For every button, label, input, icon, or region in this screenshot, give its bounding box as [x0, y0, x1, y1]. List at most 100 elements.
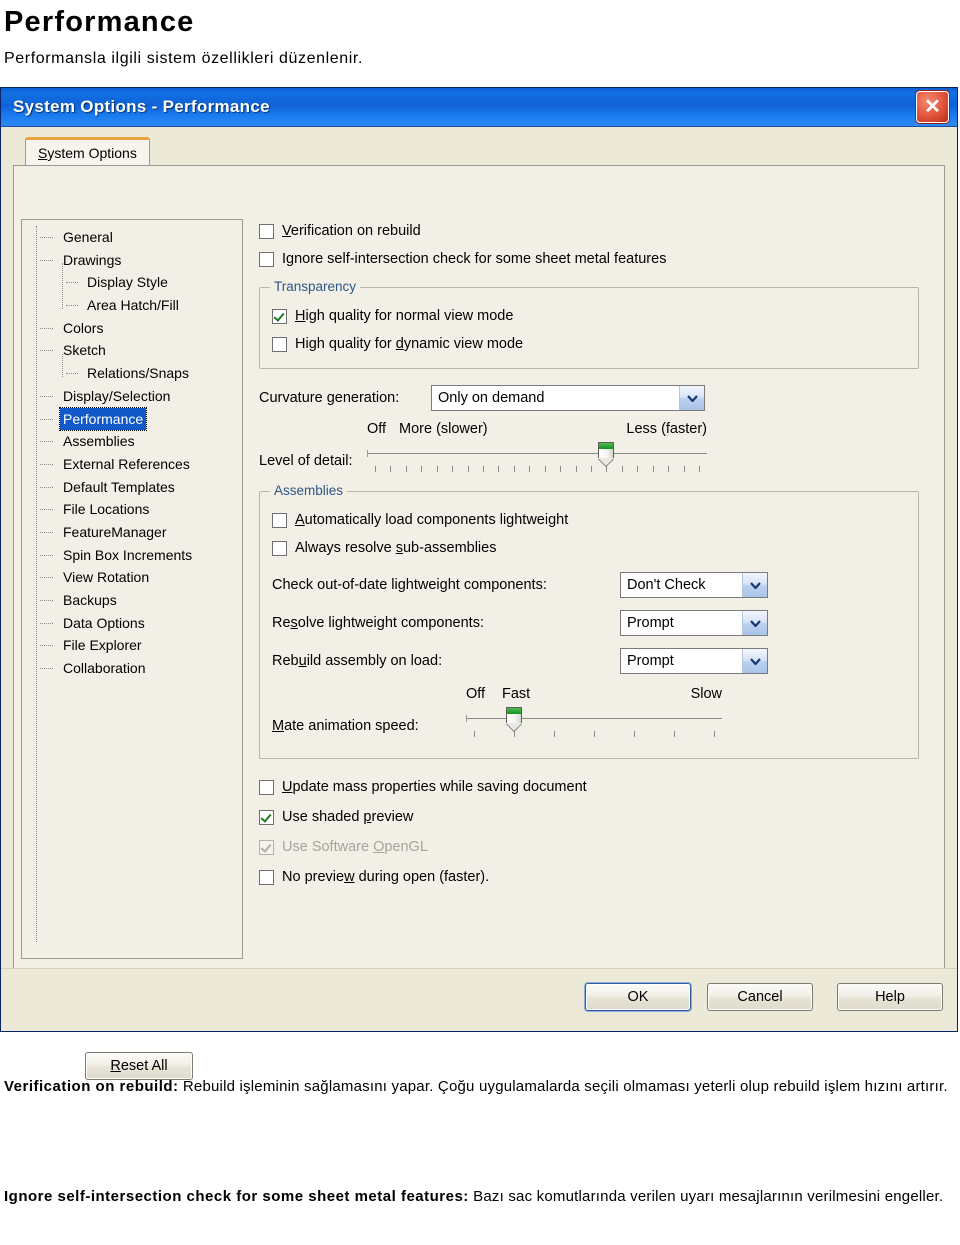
- checkbox-high-quality-normal-view[interactable]: [272, 308, 287, 324]
- tree-item-default-templates[interactable]: Default Templates: [26, 476, 238, 499]
- combo-resolve-lightweight[interactable]: Prompt: [620, 610, 768, 636]
- tree-item-colors[interactable]: Colors: [26, 317, 238, 340]
- tree-item-label: Colors: [63, 319, 104, 336]
- slider-row-level-of-detail: Level of detail:: [259, 441, 919, 477]
- checkbox-verification-on-rebuild[interactable]: [259, 223, 274, 239]
- tree-item-label: General: [63, 229, 113, 245]
- tree-item-label: Backups: [63, 592, 117, 608]
- description-verification-on-rebuild: Verification on rebuild: Rebuild işlemin…: [4, 1070, 954, 1104]
- checkbox-row-update-mass-properties[interactable]: Update mass properties while saving docu…: [259, 775, 919, 799]
- tree-item-display-selection[interactable]: Display/Selection: [26, 385, 238, 408]
- dialog-titlebar[interactable]: System Options - Performance ✕: [1, 88, 957, 127]
- cancel-button[interactable]: Cancel: [707, 983, 813, 1011]
- checkbox-use-shaded-preview[interactable]: [259, 809, 274, 825]
- checkbox-row-use-software-opengl: Use Software OpenGL: [259, 835, 919, 859]
- slider-thumb[interactable]: [598, 442, 615, 467]
- page-title: Performance: [4, 6, 195, 38]
- tree-item-label: Sketch: [63, 342, 106, 359]
- checkbox-row-no-preview-during-open[interactable]: No preview during open (faster).: [259, 865, 919, 889]
- chevron-down-icon[interactable]: [742, 611, 767, 635]
- tree-item-data-options[interactable]: Data Options: [26, 612, 238, 635]
- caption-less-faster: Less (faster): [626, 421, 707, 437]
- slider-captions-level-of-detail: Off More (slower) Less (faster): [367, 421, 707, 441]
- label-resolve-lightweight-components: Resolve lightweight components:: [272, 615, 484, 631]
- tree-item-label: Performance: [58, 406, 148, 432]
- checkbox-row-high-quality-normal[interactable]: High quality for normal view mode: [272, 304, 906, 328]
- checkbox-row-high-quality-dynamic[interactable]: High quality for dynamic view mode: [272, 332, 906, 356]
- tab-label: ystem Options: [47, 145, 137, 161]
- label-check-out-of-date-lightweight-components: Check out-of-date lightweight components…: [272, 577, 547, 593]
- slider-track: [466, 715, 722, 722]
- tree-item-collaboration[interactable]: Collaboration: [26, 657, 238, 680]
- options-tree[interactable]: General Drawings Display Style Area Hatch/F…: [21, 219, 243, 959]
- tree-item-featuremanager[interactable]: FeatureManager: [26, 521, 238, 544]
- tree-item-display-style[interactable]: Display Style: [26, 271, 238, 294]
- label-curvature-generation: Curvature generation:: [259, 390, 400, 406]
- tree-item-performance[interactable]: Performance: [26, 406, 238, 432]
- tree-item-label: Data Options: [63, 614, 145, 631]
- field-row-curvature-generation: Curvature generation: Only on demand: [259, 385, 919, 411]
- tree-item-label: Collaboration: [63, 660, 146, 677]
- tree-item-general[interactable]: General: [26, 226, 238, 249]
- tree-item-sketch[interactable]: Sketch: [26, 339, 238, 362]
- tree-subrail: [62, 263, 63, 309]
- group-title-assemblies: Assemblies: [270, 483, 348, 498]
- slider-level-of-detail[interactable]: [367, 441, 707, 477]
- slider-track: [367, 450, 707, 457]
- checkbox-row-auto-load-lightweight[interactable]: Automatically load components lightweigh…: [272, 508, 906, 532]
- checkbox-ignore-self-intersection[interactable]: [259, 251, 274, 267]
- label-use-software-opengl: Use Software OpenGL: [282, 839, 428, 855]
- slider-mate-animation-speed[interactable]: [466, 706, 722, 742]
- chevron-down-icon[interactable]: [742, 649, 767, 673]
- tree-item-spin-box-increments[interactable]: Spin Box Increments: [26, 544, 238, 567]
- tree-item-relations-snaps[interactable]: Relations/Snaps: [26, 362, 238, 385]
- ok-button[interactable]: OK: [585, 983, 691, 1011]
- slider-ticks: [466, 731, 722, 739]
- slider-thumb[interactable]: [506, 707, 522, 732]
- checkbox-use-software-opengl: [259, 839, 274, 855]
- checkbox-update-mass-properties[interactable]: [259, 779, 274, 795]
- checkbox-automatically-load-components-lightweight[interactable]: [272, 512, 287, 528]
- checkbox-no-preview-during-open[interactable]: [259, 869, 274, 885]
- combo-rebuild-on-load[interactable]: Prompt: [620, 648, 768, 674]
- label-automatically-load-components-lightweight: Automatically load components lightweigh…: [295, 512, 569, 528]
- checkbox-row-ignore-self-intersection[interactable]: Ignore self-intersection check for some …: [259, 247, 919, 271]
- chevron-down-icon[interactable]: [742, 573, 767, 597]
- tree-item-backups[interactable]: Backups: [26, 589, 238, 612]
- description-term: Verification on rebuild:: [4, 1078, 179, 1095]
- tree-item-area-hatch-fill[interactable]: Area Hatch/Fill: [26, 294, 238, 317]
- tab-system-options[interactable]: System Options: [25, 137, 150, 165]
- label-verification-on-rebuild: Verification on rebuild: [282, 223, 421, 239]
- page-subtitle: Performansla ilgili sistem özellikleri d…: [4, 50, 364, 67]
- tree-item-file-locations[interactable]: File Locations: [26, 498, 238, 521]
- slider-ticks: [367, 466, 707, 474]
- chevron-down-icon[interactable]: [679, 386, 704, 410]
- combo-curvature-generation[interactable]: Only on demand: [431, 385, 705, 411]
- tree-item-view-rotation[interactable]: View Rotation: [26, 566, 238, 589]
- slider-block-level-of-detail: Off More (slower) Less (faster) Level of…: [259, 421, 919, 477]
- help-button[interactable]: Help: [837, 983, 943, 1011]
- close-icon[interactable]: ✕: [916, 91, 949, 123]
- group-assemblies: Assemblies Automatically load components…: [259, 483, 919, 759]
- label-level-of-detail: Level of detail:: [259, 453, 353, 469]
- checkbox-always-resolve-sub-assemblies[interactable]: [272, 540, 287, 556]
- tree-item-assemblies[interactable]: Assemblies: [26, 430, 238, 453]
- combo-value-check-out-of-date: Don't Check: [627, 577, 706, 593]
- label-mate-animation-speed: Mate animation speed:: [272, 718, 419, 734]
- caption-slow: Slow: [690, 686, 722, 702]
- checkbox-high-quality-dynamic-view[interactable]: [272, 336, 287, 352]
- slider-block-mate-animation-speed: Off Fast Slow Mate animation speed:: [272, 686, 906, 742]
- checkbox-row-use-shaded-preview[interactable]: Use shaded preview: [259, 805, 919, 829]
- combo-value-resolve-lightweight: Prompt: [627, 615, 674, 631]
- combo-check-out-of-date[interactable]: Don't Check: [620, 572, 768, 598]
- label-update-mass-properties: Update mass properties while saving docu…: [282, 779, 587, 795]
- tree-item-file-explorer[interactable]: File Explorer: [26, 634, 238, 657]
- tree-item-label: Display/Selection: [63, 387, 171, 404]
- tree-item-external-references[interactable]: External References: [26, 453, 238, 476]
- tree-item-drawings[interactable]: Drawings: [26, 249, 238, 272]
- checkbox-row-always-resolve-sub-assemblies[interactable]: Always resolve sub-assemblies: [272, 536, 906, 560]
- tree-item-label: Area Hatch/Fill: [87, 297, 179, 314]
- checkbox-row-verification-on-rebuild[interactable]: Verification on rebuild: [259, 219, 919, 243]
- label-rebuild-assembly-on-load: Rebuild assembly on load:: [272, 653, 443, 669]
- performance-settings-pane: Verification on rebuild Ignore self-inte…: [259, 219, 919, 959]
